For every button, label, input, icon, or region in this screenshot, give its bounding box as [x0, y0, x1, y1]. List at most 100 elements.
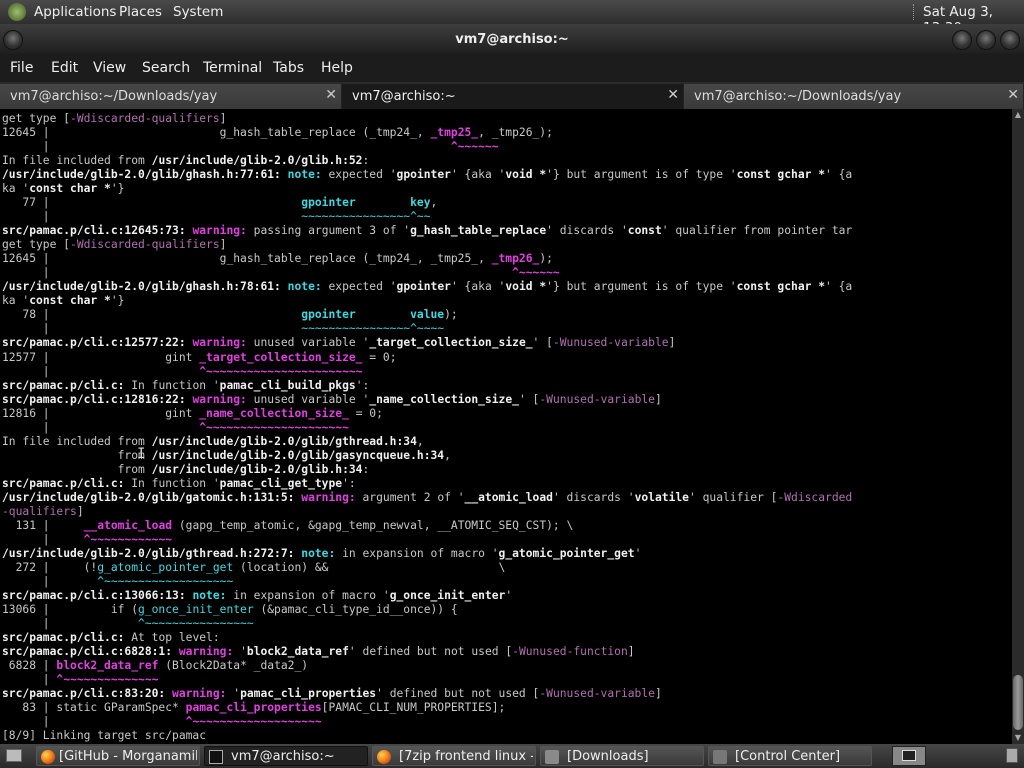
terminal-text-segment: 12577 | gint [2, 350, 200, 364]
terminal-text-segment: ka ' [2, 294, 30, 308]
terminal-scrollbar[interactable]: ▲ ▼ [1012, 109, 1024, 744]
terminal-text-segment: ] [76, 504, 84, 518]
terminal-text-segment: | [2, 210, 302, 224]
terminal-text-segment: | [2, 532, 84, 546]
terminal-text-segment: 13066 | if ( [2, 603, 139, 617]
terminal-text-segment: const char * [29, 182, 111, 196]
terminal-text-segment: In file included from [2, 154, 152, 168]
menu-file[interactable]: File [10, 60, 33, 76]
terminal-text-segment: 78 | [2, 308, 302, 322]
terminal-text-segment: ] [668, 336, 676, 350]
terminal-text-segment: ^~~~~~~~~~~~~ [83, 532, 173, 546]
terminal-text-segment: void * [505, 280, 547, 294]
terminal-text-segment: gpointer [396, 280, 451, 294]
terminal-text-segment: block2_data_ref [56, 659, 159, 673]
terminal-text-segment: passing argument 3 of ' [246, 224, 411, 238]
menu-search[interactable]: Search [142, 60, 190, 76]
firefox-icon [41, 750, 55, 764]
terminal-text-segment: _target_collection_size_ [369, 336, 533, 350]
taskbar-item-label: [Downloads] [567, 749, 649, 764]
terminal-text-segment: | [2, 322, 302, 336]
terminal-text-segment: warning: [301, 490, 356, 504]
terminal-text-segment: In function ' [124, 378, 220, 392]
terminal-text-segment: pamac_cli_build_pkgs [219, 378, 356, 392]
terminal-line: | ^~~~~~~ [2, 140, 1012, 154]
tab-close-icon[interactable]: ✕ [325, 87, 337, 103]
terminal-line: | ^~~~~~~~~~~~~~~~~~~~~~ [2, 421, 1012, 435]
terminal-text-segment: _target_collection_size_ [199, 350, 363, 364]
terminal-text-segment: | [2, 420, 200, 434]
taskbar-item-downloads[interactable]: [Downloads] [540, 746, 704, 766]
applications-menu[interactable]: Applications [34, 4, 116, 20]
terminal-text-segment: /usr/include/glib-2.0/glib/ghash.h:77:61… [2, 168, 281, 182]
terminal-text-segment: -Wdiscarded [777, 490, 853, 504]
tab-close-icon[interactable]: ✕ [667, 87, 679, 103]
trash-icon[interactable] [1006, 748, 1018, 763]
terminal-line: from /usr/include/glib-2.0/glib/gasyncqu… [2, 449, 1012, 463]
close-button[interactable] [1000, 30, 1020, 50]
terminal-text-segment: src/pamac.p/cli.c:13066:13: [2, 589, 186, 603]
terminal-text-segment: -Wdiscarded-qualifiers [70, 238, 220, 252]
terminal-text-segment: ^~~~~~~ [512, 266, 560, 280]
window-titlebar[interactable]: vm7@archiso:~ [0, 24, 1024, 54]
terminal-line: 272 | (!g_atomic_pointer_get (location) … [2, 561, 1012, 575]
terminal-line: | ~~~~~~~~~~~~~~~~^~~~~ [2, 322, 1012, 336]
scroll-up-icon[interactable]: ▲ [1013, 110, 1023, 120]
tab-close-icon[interactable]: ✕ [1007, 87, 1019, 103]
distro-logo-icon[interactable] [8, 3, 26, 21]
tab-bar: vm7@archiso:~/Downloads/yay ✕ vm7@archis… [0, 82, 1024, 109]
menu-view[interactable]: View [93, 60, 126, 76]
terminal-text-segment: from [2, 448, 152, 462]
scroll-thumb[interactable] [1013, 675, 1023, 730]
taskbar-item-firefox-github[interactable]: [GitHub - Morganamil... [36, 746, 200, 766]
terminal-text-segment: ' qualifier [ [689, 490, 778, 504]
taskbar-item-terminal[interactable]: vm7@archiso:~ [204, 746, 368, 766]
taskbar-item-control-center[interactable]: [Control Center] [708, 746, 872, 766]
terminal-line: ka 'const char *'} [2, 182, 1012, 196]
terminal-text-segment: pamac_cli_properties [185, 701, 322, 715]
terminal-line: 12816 | gint _name_collection_size_ = 0; [2, 407, 1012, 421]
terminal-line: | ^~~~~~~~~~~~~~~~~ [2, 617, 1012, 631]
terminal-text-segment: expected ' [321, 168, 397, 182]
maximize-button[interactable] [976, 30, 996, 50]
terminal-output[interactable]: get type [-Wdiscarded-qualifiers] 12645 |… [0, 109, 1012, 744]
terminal-text-segment: [PAMAC_CLI_NUM_PROPERTIES]; [321, 701, 506, 715]
terminal-text-segment: -Wunused-variable [539, 687, 655, 701]
tab-yay-1[interactable]: vm7@archiso:~/Downloads/yay ✕ [0, 84, 342, 109]
menubar: File Edit View Search Terminal Tabs Help [0, 54, 1024, 82]
terminal-text-segment: ' [226, 687, 241, 701]
terminal-text-segment: ' {a [825, 280, 853, 294]
terminal-text-segment: get type [ [2, 238, 71, 252]
terminal-text-segment: '} but argument is of type ' [546, 168, 737, 182]
scroll-down-icon[interactable]: ▼ [1013, 733, 1023, 743]
menu-help[interactable]: Help [321, 60, 353, 76]
system-menu[interactable]: System [173, 4, 223, 20]
terminal-text-segment: g_once_init_enter [389, 589, 506, 603]
terminal-line: | ^~~~~~~~~~~~~~~~~~~~~~~~ [2, 365, 1012, 379]
terminal-line: 78 | gpointer value); [2, 308, 1012, 322]
terminal-text-segment: In file included from [2, 434, 152, 448]
terminal-text-segment: -Wdiscarded-qualifiers [70, 112, 220, 125]
terminal-text-segment: , [430, 196, 438, 210]
show-desktop-icon[interactable] [6, 749, 22, 762]
taskbar-item-firefox-7zip[interactable]: [7zip frontend linux - ... [372, 746, 536, 766]
terminal-text-segment: src/pamac.p/cli.c: [2, 476, 125, 490]
terminal-line: 77 | gpointer key, [2, 196, 1012, 210]
menu-terminal[interactable]: Terminal [203, 60, 262, 76]
places-menu[interactable]: Places [119, 4, 162, 20]
terminal-text-segment: (Block2Data* _data2_) [158, 659, 309, 673]
minimize-button[interactable] [952, 30, 972, 50]
terminal-line: src/pamac.p/cli.c: In function 'pamac_cl… [2, 379, 1012, 393]
terminal-icon [209, 750, 223, 764]
terminal-text-segment: ); [539, 252, 553, 266]
terminal-text-segment: ' [634, 546, 642, 560]
tab-home[interactable]: vm7@archiso:~ ✕ [342, 84, 684, 109]
menu-tabs[interactable]: Tabs [273, 60, 304, 76]
workspace-switcher[interactable] [892, 746, 926, 766]
terminal-text-segment: pamac_cli_get_type [219, 476, 343, 490]
menu-edit[interactable]: Edit [51, 60, 78, 76]
tab-label: vm7@archiso:~/Downloads/yay [694, 89, 902, 104]
tab-yay-2[interactable]: vm7@archiso:~/Downloads/yay ✕ [684, 84, 1024, 109]
terminal-line: [8/9] Linking target src/pamac [2, 729, 1012, 743]
